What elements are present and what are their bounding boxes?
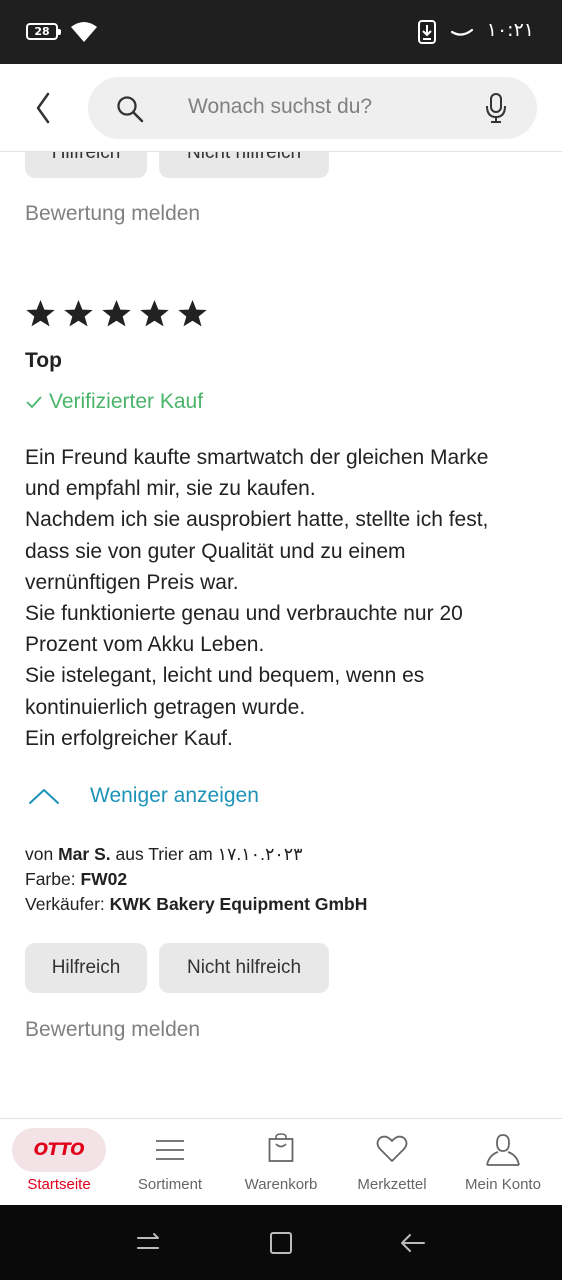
wifi-icon <box>71 22 97 42</box>
author-name: Mar S. <box>58 844 111 864</box>
helpful-button[interactable]: Hilfreich <box>25 943 147 993</box>
status-bar: 28 ١٠:٢١ <box>0 0 562 64</box>
seller-value: KWK Bakery Equipment GmbH <box>109 894 368 914</box>
checkmark-icon <box>26 396 42 409</box>
menu-lines-icon <box>156 1140 184 1160</box>
search-icon <box>117 96 144 123</box>
review-text-line: dass sie von guter Qualität und zu einem <box>25 539 406 563</box>
home-icon[interactable] <box>266 1229 296 1257</box>
show-less-button[interactable]: Weniger anzeigen <box>28 784 259 808</box>
color-label: Farbe: <box>25 869 76 889</box>
review-title: Top <box>25 349 62 372</box>
verified-purchase-badge: Verifizierter Kauf <box>25 390 203 414</box>
nav-label: Merkzettel <box>357 1176 427 1193</box>
heart-icon <box>376 1135 408 1162</box>
report-review-link[interactable]: Bewertung melden <box>25 1018 200 1042</box>
verified-purchase-label: Verifizierter Kauf <box>49 390 204 413</box>
nav-item-startseite[interactable]: OTTO Startseite <box>0 1119 118 1206</box>
download-icon <box>418 20 436 44</box>
star-icon <box>102 299 131 327</box>
nav-item-merkzettel[interactable]: Merkzettel <box>340 1119 444 1206</box>
review-text-line: Ein Freund kaufte smartwatch der gleiche… <box>25 446 489 469</box>
search-bar[interactable]: Wonach suchst du? <box>88 77 537 139</box>
review-text-line: vernünftigen Preis war. <box>25 570 239 594</box>
review-text-line: Prozent vom Akku Leben. <box>25 633 265 657</box>
show-less-label: Weniger anzeigen <box>90 784 259 807</box>
shopping-bag-icon <box>268 1133 294 1162</box>
recent-apps-icon[interactable] <box>134 1229 164 1257</box>
search-input[interactable]: Wonach suchst du? <box>188 95 372 119</box>
not-helpful-button[interactable]: Nicht hilfreich <box>159 943 329 993</box>
star-icon <box>140 299 169 327</box>
star-icon <box>26 299 55 327</box>
otto-logo: OTTO <box>12 1128 106 1172</box>
star-icon <box>64 299 93 327</box>
nav-item-warenkorb[interactable]: Warenkorb <box>222 1119 340 1206</box>
chevron-up-icon <box>29 789 59 804</box>
otto-logo-text: OTTO <box>33 1140 85 1160</box>
user-icon <box>486 1134 520 1166</box>
review-color-line: Farbe: FW02 <box>25 869 127 890</box>
system-navigation-bar <box>0 1205 562 1280</box>
review-text-line: kontinuierlich getragen wurde. <box>25 695 306 719</box>
review-text-line: und empfahl mir, sie zu kaufen. <box>25 477 316 501</box>
author-location: aus Trier am <box>115 844 213 864</box>
microphone-icon[interactable] <box>485 92 507 124</box>
back-icon[interactable] <box>398 1229 428 1257</box>
review-text-line: Sie funktionierte genau und verbrauchte … <box>25 602 463 626</box>
nav-label: Mein Konto <box>465 1176 541 1193</box>
clock: ١٠:٢١ <box>486 19 534 41</box>
header: Wonach suchst du? <box>0 64 562 152</box>
back-arrow-icon[interactable] <box>28 88 60 128</box>
review-author-line: von Mar S. aus Trier am ١٧.١٠.٢٠٢٣ <box>25 844 303 865</box>
signal-icon <box>450 28 474 36</box>
review-list: Hilfreich Nicht hilfreich Bewertung meld… <box>0 152 562 1118</box>
helpful-button[interactable]: Hilfreich <box>25 152 147 178</box>
review-text: Ein Freund kaufte smartwatch der gleiche… <box>25 442 545 754</box>
author-prefix: von <box>25 844 54 864</box>
review-text-line: Sie istelegant, leicht und bequem, wenn … <box>25 664 425 688</box>
review-date: ١٧.١٠.٢٠٢٣ <box>217 844 303 864</box>
not-helpful-button[interactable]: Nicht hilfreich <box>159 152 329 178</box>
star-rating <box>25 298 208 329</box>
bottom-navigation: OTTO Startseite Sortiment Warenkorb Merk… <box>0 1118 562 1205</box>
nav-label: Sortiment <box>137 1176 203 1193</box>
seller-label: Verkäufer: <box>25 894 105 914</box>
color-value: FW02 <box>80 869 128 889</box>
battery-icon: 28 <box>26 23 61 40</box>
nav-label: Startseite <box>27 1176 91 1193</box>
review-seller-line: Verkäufer: KWK Bakery Equipment GmbH <box>25 894 367 915</box>
nav-label: Warenkorb <box>244 1176 318 1193</box>
nav-item-sortiment[interactable]: Sortiment <box>118 1119 222 1206</box>
nav-item-mein-konto[interactable]: Mein Konto <box>444 1119 562 1206</box>
review-text-line: Nachdem ich sie ausprobiert hatte, stell… <box>25 508 489 532</box>
battery-level: 28 <box>34 25 50 38</box>
report-review-link[interactable]: Bewertung melden <box>25 202 200 226</box>
review-text-line: Ein erfolgreicher Kauf. <box>25 726 233 750</box>
star-icon <box>178 299 207 327</box>
